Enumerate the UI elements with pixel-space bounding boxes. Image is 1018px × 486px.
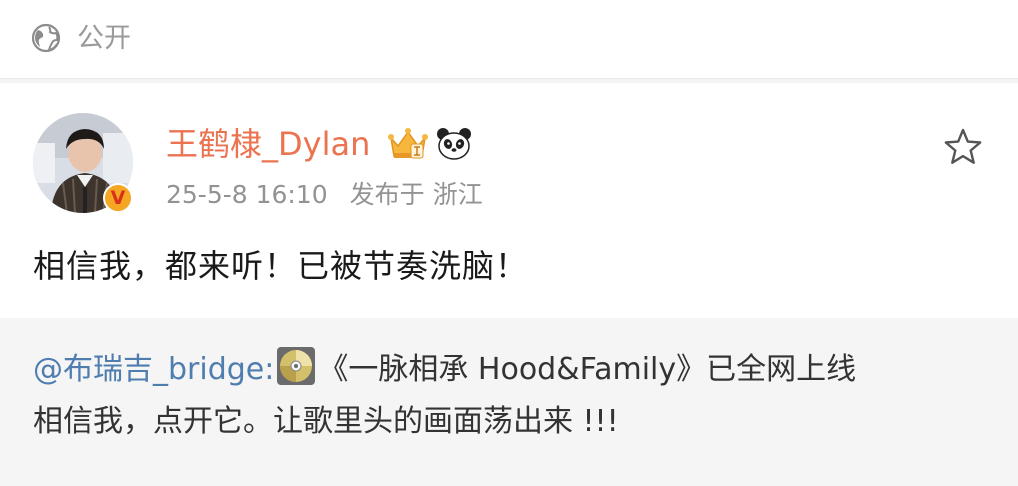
avatar[interactable]: V bbox=[33, 113, 133, 213]
panda-icon bbox=[437, 128, 471, 160]
repost-text: @布瑞吉_bridge: 《一脉相承 Hood&Family》已全网上线相信我，… bbox=[33, 344, 993, 448]
crown-badge-icon[interactable] bbox=[387, 126, 429, 162]
visibility-label: 公开 bbox=[77, 23, 131, 54]
verified-badge: V bbox=[103, 183, 133, 213]
divider bbox=[0, 79, 1018, 83]
author-name[interactable]: 王鹤棣_Dylan bbox=[166, 123, 370, 165]
post-text: 相信我，都来听！已被节奏洗脑！ bbox=[33, 247, 529, 285]
post-meta: 25-5-8 16:10 发布于 浙江 bbox=[166, 178, 483, 212]
cd-disc-icon bbox=[277, 347, 316, 385]
visibility-bar: 公开 bbox=[0, 0, 1018, 79]
post-location: 浙江 bbox=[432, 180, 483, 209]
mention-link[interactable]: @布瑞吉_bridge bbox=[33, 352, 264, 387]
mention-colon: : bbox=[264, 352, 275, 387]
repost-card[interactable]: @布瑞吉_bridge: 《一脉相承 Hood&Family》已全网上线相信我，… bbox=[0, 318, 1018, 486]
star-icon[interactable] bbox=[943, 127, 983, 167]
repost-line2: 相信我，点开它。让歌里头的画面荡出来 !!! bbox=[33, 404, 619, 439]
location-prefix: 发布于 bbox=[349, 180, 425, 209]
globe-icon bbox=[31, 23, 61, 53]
repost-line1: 《一脉相承 Hood&Family》已全网上线 bbox=[318, 352, 857, 387]
post-timestamp: 25-5-8 16:10 bbox=[166, 180, 328, 209]
